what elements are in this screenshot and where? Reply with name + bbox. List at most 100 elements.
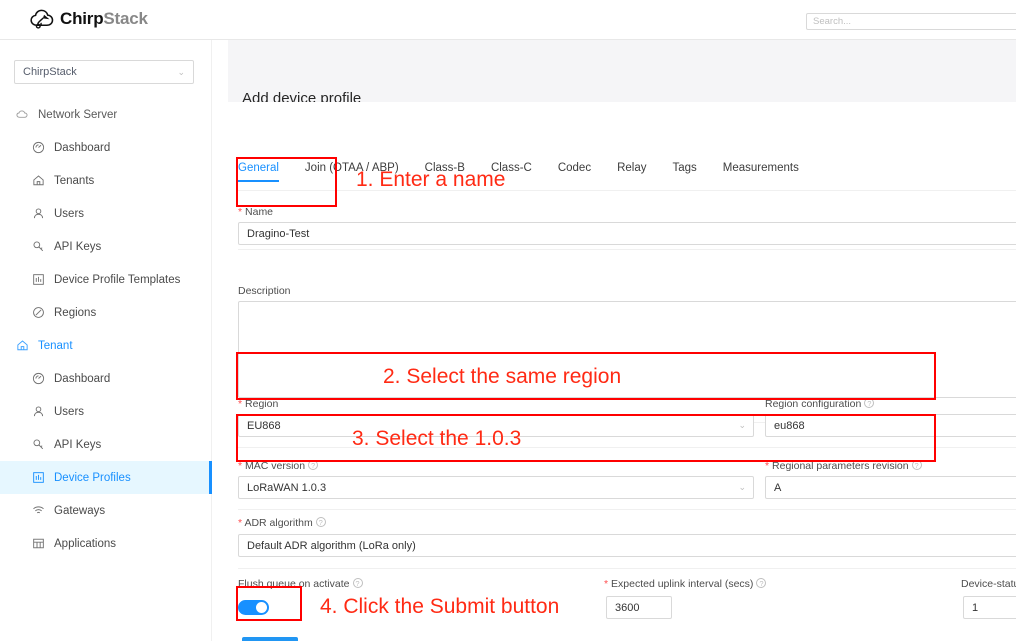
user-icon [32,405,45,418]
key-icon [32,240,45,253]
sidebar-group-tenant[interactable]: Tenant [0,329,212,362]
form-card: General Join (OTAA / ABP) Class-B Class-… [228,102,1016,641]
row-divider-5 [238,568,1016,569]
adr-algorithm-input[interactable] [238,534,1016,557]
search-input[interactable] [806,13,1016,30]
sidebar-item-label: Dashboard [54,372,111,385]
tab-general[interactable]: General [238,162,279,182]
user-icon [32,207,45,220]
sidebar-item-regions[interactable]: Regions [0,296,212,329]
sidebar-item-users-ns[interactable]: Users [0,197,212,230]
tab-measurements[interactable]: Measurements [723,162,799,182]
description-label: Description [238,285,291,297]
question-circle-icon[interactable]: ? [315,517,326,527]
chirpstack-app-window: ChirpStack ChirpStack ⌄ Network Server D… [0,0,1016,641]
sidebar-item-label: Gateways [54,504,106,517]
regional-parameters-revision-input[interactable] [765,476,1016,499]
home-icon [16,339,29,352]
name-label: Name [238,206,273,218]
tab-relay[interactable]: Relay [617,162,646,182]
dashboard-icon [32,141,45,154]
annotation-text-1: 1. Enter a name [356,168,506,191]
question-circle-icon[interactable]: ? [756,578,767,588]
question-circle-icon[interactable]: ? [352,578,363,588]
top-header-bar: ChirpStack [0,0,1016,40]
tab-bar: General Join (OTAA / ABP) Class-B Class-… [238,162,825,192]
sidebar-item-device-profile-templates[interactable]: Device Profile Templates [0,263,212,296]
region-label: Region [238,398,278,410]
annotation-text-4: 4. Click the Submit button [320,595,560,618]
mac-version-select[interactable]: ⌄ [238,476,754,499]
chevron-down-icon: ⌄ [177,66,185,77]
name-input[interactable] [238,222,1016,245]
chevron-down-icon: ⌄ [738,420,746,430]
row-divider-1 [238,249,1016,250]
flush-queue-label: Flush queue on activate? [238,578,363,590]
tenant-selector-value: ChirpStack [23,66,77,78]
sidebar-item-users-tenant[interactable]: Users [0,395,212,428]
description-textarea[interactable] [238,301,1016,398]
tab-tags[interactable]: Tags [672,162,696,182]
tenant-selector[interactable]: ChirpStack ⌄ [14,60,194,84]
sidebar-group-label: Network Server [38,108,118,121]
mac-version-select-value[interactable] [238,476,754,499]
sidebar-item-gateways[interactable]: Gateways [0,494,212,527]
brand-name-bold: Chirp [60,9,104,28]
cloud-logo-icon [30,8,55,30]
device-status-request-input[interactable] [963,596,1016,619]
row-divider-4 [238,509,1016,510]
sidebar-item-label: Users [54,207,85,220]
expected-uplink-interval-input[interactable] [606,596,672,619]
tab-codec[interactable]: Codec [558,162,591,182]
flush-queue-toggle[interactable] [238,600,269,615]
sidebar-item-label: Device Profiles [54,471,131,484]
adr-algorithm-label: ADR algorithm? [238,517,326,529]
regional-parameters-revision-label: Regional parameters revision? [765,460,922,472]
question-circle-icon[interactable]: ? [911,460,922,470]
template-icon [32,471,45,484]
sidebar-item-label: Device Profile Templates [54,273,181,286]
sidebar-item-tenants[interactable]: Tenants [0,164,212,197]
grid-icon [32,537,45,550]
template-icon [32,273,45,286]
submit-button[interactable]: Submit [242,637,298,641]
question-circle-icon[interactable]: ? [864,398,875,408]
device-status-request-label: Device-status re [961,578,1016,590]
question-circle-icon[interactable]: ? [308,460,319,470]
brand-logo[interactable]: ChirpStack [30,8,148,30]
sidebar-item-api-keys-ns[interactable]: API Keys [0,230,212,263]
sidebar-group-network-server[interactable]: Network Server [0,98,212,131]
main-content: Add device profile General Join (OTAA / … [212,40,1016,641]
sidebar-group-label: Tenant [38,339,73,352]
toggle-knob [256,602,267,613]
sidebar-item-applications[interactable]: Applications [0,527,212,560]
sidebar-item-label: Applications [54,537,117,550]
sidebar-item-label: Regions [54,306,97,319]
sidebar-item-label: Tenants [54,174,95,187]
sidebar-item-api-keys-tenant[interactable]: API Keys [0,428,212,461]
sidebar-item-device-profiles[interactable]: Device Profiles [0,461,212,494]
sidebar: ChirpStack ⌄ Network Server Dashboard Te… [0,40,212,641]
tab-divider [238,190,1016,191]
cloud-icon [16,108,29,121]
dashboard-icon [32,372,45,385]
wifi-icon [32,504,45,517]
globe-icon [32,306,45,319]
sidebar-item-label: API Keys [54,240,102,253]
sidebar-item-label: API Keys [54,438,102,451]
sidebar-item-dashboard-ns[interactable]: Dashboard [0,131,212,164]
sidebar-item-dashboard-tenant[interactable]: Dashboard [0,362,212,395]
key-icon [32,438,45,451]
chevron-down-icon: ⌄ [738,482,746,492]
expected-uplink-interval-label: Expected uplink interval (secs)? [604,578,767,590]
mac-version-label: MAC version? [238,460,319,472]
region-configuration-label: Region configuration? [765,398,875,410]
home-icon [32,174,45,187]
annotation-text-3: 3. Select the 1.0.3 [352,427,522,450]
region-configuration-input[interactable] [765,414,1016,437]
brand-name: ChirpStack [60,8,148,30]
sidebar-item-label: Dashboard [54,141,111,154]
sidebar-nav: Network Server Dashboard Tenants Users A… [0,98,212,560]
brand-name-light: Stack [103,9,148,28]
annotation-text-2: 2. Select the same region [383,365,622,388]
